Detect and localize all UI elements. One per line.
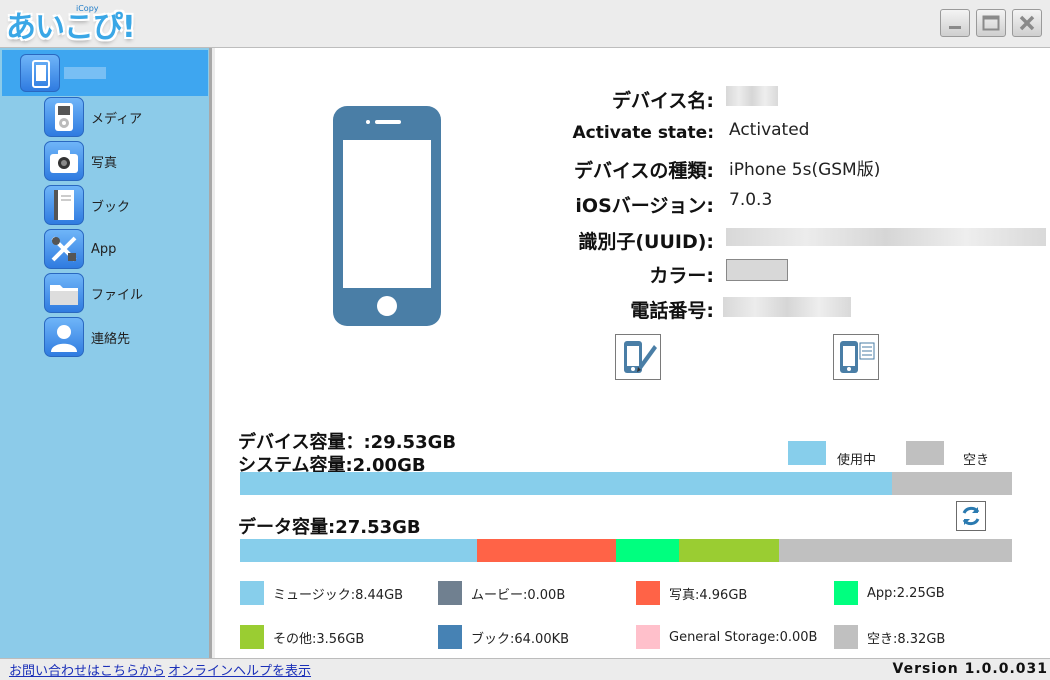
legend-swatch xyxy=(636,625,660,649)
sidebar-item-media[interactable]: メディア xyxy=(44,96,204,138)
legend-swatch xyxy=(834,625,858,649)
book-icon xyxy=(44,185,84,225)
data-capacity-bar xyxy=(240,539,1012,562)
legend-used-label: 使用中 xyxy=(837,453,877,468)
legend-item: General Storage:0.00B xyxy=(636,625,817,649)
phone-number-label: 電話番号: xyxy=(630,300,714,322)
window-controls xyxy=(940,9,1042,37)
sidebar-item-label: 写真 xyxy=(91,155,118,171)
legend-item: 写真:4.96GB xyxy=(636,581,747,605)
legend-swatch xyxy=(636,581,660,605)
device-info-panel: デバイス名: Activate state: Activated デバイスの種類… xyxy=(215,48,1050,658)
activate-state-value: Activated xyxy=(729,120,810,140)
legend-swatch xyxy=(240,581,264,605)
media-player-icon xyxy=(44,97,84,137)
uuid-value-redacted xyxy=(726,228,1046,246)
legend-swatch xyxy=(240,625,264,649)
device-type-label: デバイスの種類: xyxy=(573,160,714,182)
data-segment-4 xyxy=(678,539,779,562)
device-name-value-redacted xyxy=(726,86,778,106)
legend-label: ミュージック:8.44GB xyxy=(273,587,404,603)
legend-label: ムービー:0.00B xyxy=(471,587,566,603)
iphone-illustration xyxy=(333,106,441,326)
phone-number-value-redacted xyxy=(723,297,851,317)
color-label: カラー: xyxy=(649,265,714,287)
legend-item: ミュージック:8.44GB xyxy=(240,581,403,605)
data-segment-3 xyxy=(615,539,679,562)
legend-item: ムービー:0.00B xyxy=(438,581,565,605)
minimize-button[interactable] xyxy=(940,9,970,37)
device-type-value: iPhone 5s(GSM版) xyxy=(729,160,881,180)
sidebar-item-label: App xyxy=(91,241,117,257)
activate-state-label: Activate state: xyxy=(572,123,715,143)
logo-subtext: iCopy xyxy=(76,4,99,13)
maximize-icon xyxy=(982,15,1000,31)
device-tablet-icon xyxy=(20,54,60,92)
legend-label: App:2.25GB xyxy=(867,585,945,601)
contact-link[interactable]: お問い合わせはこちらから xyxy=(9,660,165,679)
footer: お問い合わせはこちらから オンラインヘルプを表示 Version 1.0.0.0… xyxy=(0,658,1050,680)
sidebar-item-photos[interactable]: 写真 xyxy=(44,140,204,182)
sidebar-item-label: 連絡先 xyxy=(91,331,131,347)
sidebar-item-label: メディア xyxy=(91,111,143,127)
system-capacity-bar xyxy=(240,472,1012,495)
sidebar: メディア 写真 ブック App ファイル 連絡先 xyxy=(0,48,212,658)
data-capacity-title: データ容量:27.53GB xyxy=(238,517,421,538)
legend-swatch xyxy=(438,625,462,649)
contact-person-icon xyxy=(44,317,84,357)
edit-device-button[interactable] xyxy=(615,334,661,380)
phone-details-icon xyxy=(840,341,875,373)
close-button[interactable] xyxy=(1012,9,1042,37)
refresh-icon xyxy=(962,506,980,526)
data-segment-2 xyxy=(476,539,616,562)
legend-label: 写真:4.96GB xyxy=(669,587,748,603)
folder-icon xyxy=(44,273,84,313)
legend-swatch xyxy=(438,581,462,605)
uuid-label: 識別子(UUID): xyxy=(578,231,714,253)
legend-label: General Storage:0.00B xyxy=(669,629,818,645)
legend-item: ブック:64.00KB xyxy=(438,625,569,649)
device-details-button[interactable] xyxy=(833,334,879,380)
legend-item: App:2.25GB xyxy=(834,581,945,605)
close-icon xyxy=(1019,15,1035,31)
ios-version-label: iOSバージョン: xyxy=(575,195,714,217)
sidebar-item-files[interactable]: ファイル xyxy=(44,272,204,314)
sidebar-item-label: ファイル xyxy=(91,287,144,303)
legend-free-label: 空き xyxy=(963,453,990,468)
ios-version-value: 7.0.3 xyxy=(729,190,773,210)
version-label: Version 1.0.0.031 xyxy=(892,661,1048,677)
maximize-button[interactable] xyxy=(976,9,1006,37)
sidebar-item-device[interactable] xyxy=(2,50,208,96)
app-logo: あいこぴ! iCopy xyxy=(6,4,136,45)
legend-label: その他:3.56GB xyxy=(273,631,365,647)
online-help-link[interactable]: オンラインヘルプを表示 xyxy=(168,660,311,679)
sidebar-item-app[interactable]: App xyxy=(44,228,204,270)
system-used-segment xyxy=(240,472,892,495)
device-name-redacted xyxy=(64,67,106,79)
legend-label: ブック:64.00KB xyxy=(471,631,570,647)
app-tools-icon xyxy=(44,229,84,269)
legend-free-swatch xyxy=(906,441,944,465)
edit-phone-icon xyxy=(624,341,657,373)
legend-label: 空き:8.32GB xyxy=(867,631,946,647)
legend-used-swatch xyxy=(788,441,826,465)
sidebar-item-contacts[interactable]: 連絡先 xyxy=(44,316,204,358)
sidebar-item-books[interactable]: ブック xyxy=(44,184,204,226)
data-segment-0 xyxy=(240,539,477,562)
sidebar-item-label: ブック xyxy=(91,199,131,215)
logo-text: あいこぴ! xyxy=(6,10,136,45)
legend-swatch xyxy=(834,581,858,605)
title-bar: あいこぴ! iCopy xyxy=(0,0,1050,48)
legend-item: 空き:8.32GB xyxy=(834,625,945,649)
system-free-segment xyxy=(891,472,1012,495)
device-color-swatch xyxy=(726,259,788,281)
device-name-label: デバイス名: xyxy=(611,90,714,112)
refresh-button[interactable] xyxy=(956,501,986,531)
minimize-icon xyxy=(949,26,961,29)
data-segment-7 xyxy=(778,539,1012,562)
legend-item: その他:3.56GB xyxy=(240,625,364,649)
camera-icon xyxy=(44,141,84,181)
